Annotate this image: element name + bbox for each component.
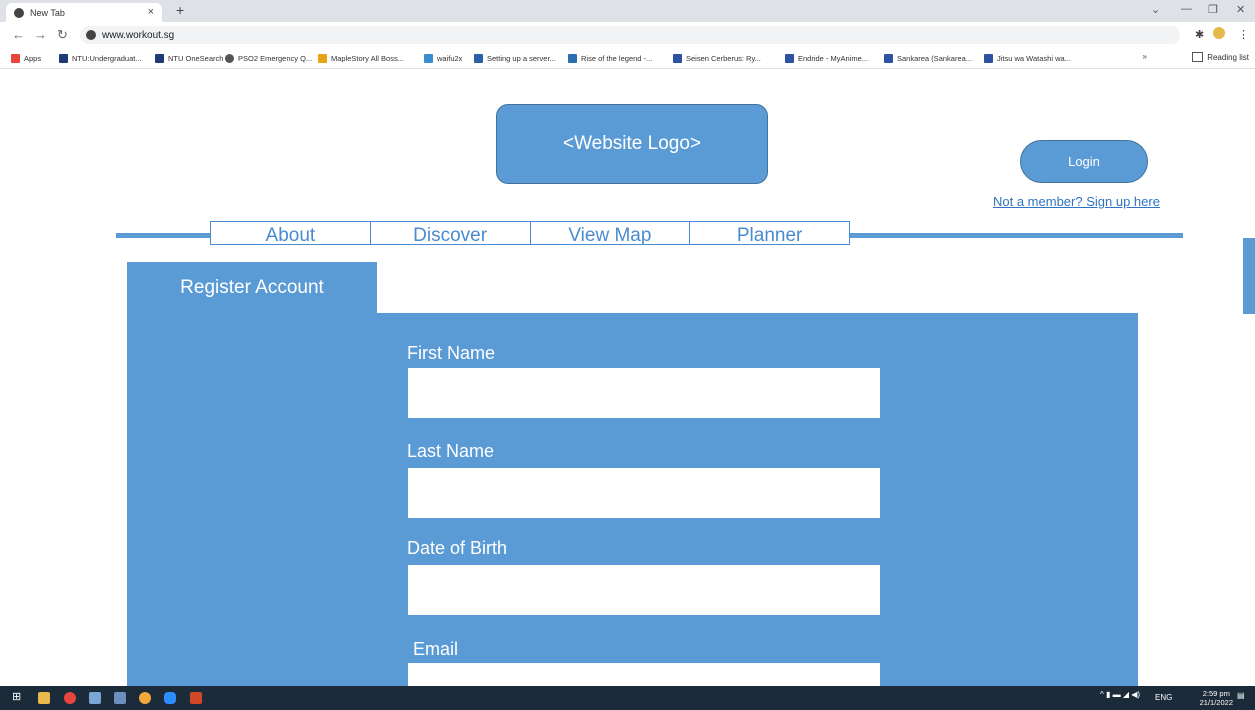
nav-divider-left (116, 233, 210, 238)
zoom-icon[interactable] (164, 692, 176, 704)
email-label: Email (413, 639, 459, 659)
bookmark-icon (785, 54, 794, 63)
chrome-profile-icon[interactable] (139, 692, 151, 704)
nav-view-map[interactable]: View Map (531, 222, 691, 244)
globe-icon (14, 7, 24, 18)
browser-toolbar: ← → ↻ www.workout.sg ✱ ⋮ (0, 22, 1255, 49)
nav-planner[interactable]: Planner (690, 222, 849, 244)
bookmark-icon (884, 54, 893, 63)
registration-form: First Name Last Name Date of Birth Email (127, 313, 1138, 710)
forward-icon[interactable]: → (34, 27, 47, 42)
back-icon[interactable]: ← (12, 27, 25, 42)
taskbar: ⊞ ^ ▮ ▬ ◢ ◀) ENG 2:59 pm 21/1/2022 ▤ (0, 686, 1255, 710)
browser-tab[interactable]: New Tab × (6, 3, 162, 22)
window-close-icon[interactable]: ✕ (1236, 3, 1245, 16)
restore-icon[interactable]: ❐ (1208, 3, 1218, 16)
bookmark-icon (474, 54, 483, 63)
bookmark-item[interactable]: Jitsu wa Watashi wa... (984, 52, 1071, 65)
bookmark-item[interactable]: Setting up a server... (474, 52, 556, 65)
nav-about[interactable]: About (211, 222, 371, 244)
website-logo: <Website Logo> (496, 104, 768, 184)
first-name-label: First Name (407, 343, 496, 363)
url-text: www.workout.sg (102, 29, 175, 41)
minimize-icon[interactable]: — (1181, 3, 1192, 15)
language-indicator[interactable]: ENG (1155, 693, 1172, 702)
bookmark-item[interactable]: Rise of the legend -... (568, 52, 652, 65)
bookmark-icon (568, 54, 577, 63)
register-account-tab[interactable]: Register Account (127, 262, 377, 314)
scrollbar-thumb[interactable] (1243, 238, 1255, 314)
bookmark-icon (673, 54, 682, 63)
reading-list-button[interactable]: Reading list (1192, 52, 1249, 62)
login-button[interactable]: Login (1020, 140, 1148, 183)
browser-tab-strip: New Tab × + ⌄ — ❐ ✕ (0, 0, 1255, 22)
bookmark-icon (59, 54, 68, 63)
nav-divider-right (850, 233, 1183, 238)
snip-tool-icon[interactable] (89, 692, 101, 704)
bookmark-item[interactable]: MapleStory All Boss... (318, 52, 404, 65)
tray-icons[interactable]: ^ ▮ ▬ ◢ ◀) (1100, 690, 1140, 699)
tab-title: New Tab (30, 7, 65, 18)
new-tab-button[interactable]: + (176, 2, 184, 18)
bookmark-item[interactable]: NTU OneSearch (155, 52, 223, 65)
notification-icon[interactable]: ▤ (1237, 691, 1245, 700)
bookmark-item[interactable]: NTU:Undergraduat... (59, 52, 142, 65)
address-bar[interactable]: www.workout.sg (80, 26, 1180, 44)
bookmarks-more-button[interactable]: » (1143, 52, 1147, 61)
tab-close-icon[interactable]: × (148, 6, 154, 18)
reading-list-icon (1192, 52, 1204, 62)
site-info-icon[interactable] (86, 30, 96, 40)
powerpoint-icon[interactable] (190, 692, 202, 704)
bookmark-item[interactable]: Sankarea (Sankarea... (884, 52, 972, 65)
dob-label: Date of Birth (407, 538, 508, 558)
bookmark-icon (424, 54, 433, 63)
bookmark-icon (318, 54, 327, 63)
reload-icon[interactable]: ↻ (57, 27, 68, 43)
bookmark-item[interactable]: Endride - MyAnime... (785, 52, 868, 65)
bookmark-icon (225, 54, 234, 63)
main-nav: About Discover View Map Planner (210, 221, 850, 245)
bookmark-apps[interactable]: Apps (11, 52, 41, 65)
last-name-input[interactable] (408, 468, 880, 518)
app-icon[interactable] (114, 692, 126, 704)
chrome-icon[interactable] (64, 692, 76, 704)
last-name-label: Last Name (407, 441, 495, 461)
bookmark-icon (984, 54, 993, 63)
bookmark-item[interactable]: PSO2 Emergency Q... (225, 52, 312, 65)
bookmark-item[interactable]: Seisen Cerberus: Ry... (673, 52, 761, 65)
clock[interactable]: 2:59 pm 21/1/2022 (1200, 689, 1233, 707)
nav-discover[interactable]: Discover (371, 222, 531, 244)
bookmark-item[interactable]: waifu2x (424, 52, 462, 65)
file-explorer-icon[interactable] (38, 692, 50, 704)
menu-icon[interactable]: ⋮ (1238, 28, 1249, 41)
extensions-icon[interactable]: ✱ (1195, 28, 1204, 41)
bookmarks-bar: Apps NTU:Undergraduat... NTU OneSearch P… (0, 49, 1255, 69)
signup-link[interactable]: Not a member? Sign up here (993, 194, 1160, 209)
tab-search-icon[interactable]: ⌄ (1151, 3, 1160, 16)
profile-avatar[interactable] (1213, 27, 1225, 39)
apps-grid-icon (11, 54, 20, 63)
bookmark-icon (155, 54, 164, 63)
dob-input[interactable] (408, 565, 880, 615)
first-name-input[interactable] (408, 368, 880, 418)
start-icon[interactable]: ⊞ (12, 690, 24, 703)
